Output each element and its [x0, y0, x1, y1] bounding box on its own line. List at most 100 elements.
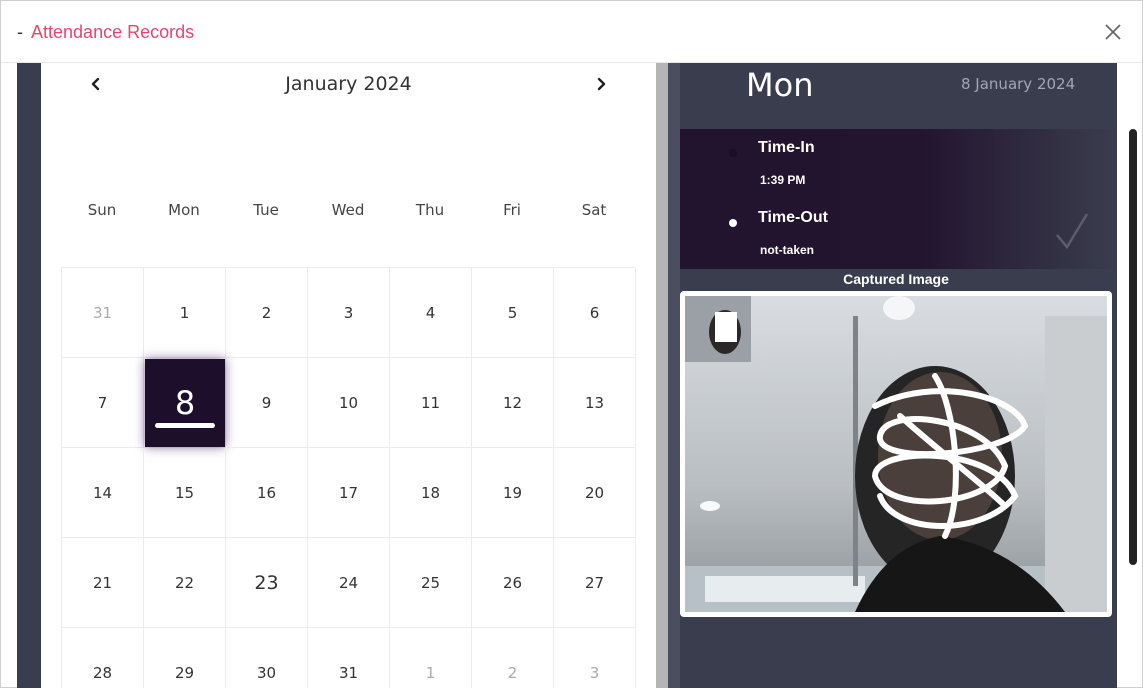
calendar-day-number: 28 — [92, 663, 113, 682]
calendar-day-number: 6 — [589, 303, 600, 322]
calendar-day-number: 17 — [338, 483, 359, 502]
calendar-day[interactable]: 6 — [554, 268, 636, 358]
calendar-day[interactable]: 1 — [144, 268, 226, 358]
calendar-day[interactable]: 30 — [226, 628, 308, 688]
calendar-day[interactable]: 2 — [226, 268, 308, 358]
calendar-day-selected[interactable]: 8 — [144, 358, 226, 448]
calendar-day-number: 18 — [420, 483, 441, 502]
calendar-day[interactable]: 19 — [472, 448, 554, 538]
calendar-day-number: 31 — [92, 303, 113, 322]
close-button[interactable] — [1101, 20, 1125, 44]
calendar-day-number: 15 — [174, 483, 195, 502]
calendar-day[interactable]: 26 — [472, 538, 554, 628]
calendar-day[interactable]: 28 — [62, 628, 144, 688]
detail-scrollbar[interactable] — [1129, 129, 1137, 565]
time-record-box: Time-In 1:39 PM Time-Out not-taken — [680, 129, 1117, 269]
calendar-day-number: 27 — [584, 573, 605, 592]
calendar-day[interactable]: 24 — [308, 538, 390, 628]
calendar-day[interactable]: 31 — [62, 268, 144, 358]
calendar-day[interactable]: 3 — [308, 268, 390, 358]
weekday-header: Sun Mon Tue Wed Thu Fri Sat — [61, 201, 635, 221]
calendar-day[interactable]: 11 — [390, 358, 472, 448]
calendar-day-number: 2 — [261, 303, 272, 322]
captured-image — [685, 296, 1107, 612]
calendar-day[interactable]: 3 — [554, 628, 636, 688]
modal-header: - Attendance Records — [1, 1, 1142, 63]
panel-divider — [656, 63, 668, 688]
captured-image-frame — [680, 291, 1112, 617]
calendar-grid: 31 1 2 3 4 5 6 7 8 9 10 11 12 13 14 15 16 17 18 19 20 21 22 23 2… — [61, 267, 636, 688]
attendance-modal: - Attendance Records January 2024 SunMo — [0, 0, 1143, 688]
calendar-day-number: 26 — [502, 573, 523, 592]
calendar-day-number: 2 — [507, 663, 518, 682]
calendar-day[interactable]: 25 — [390, 538, 472, 628]
time-in-dot — [729, 149, 737, 157]
calendar-day[interactable]: 20 — [554, 448, 636, 538]
calendar-day[interactable]: 15 — [144, 448, 226, 538]
left-side-strip — [17, 63, 41, 688]
calendar-day[interactable]: 29 — [144, 628, 226, 688]
weekday-label: Thu — [415, 201, 445, 219]
calendar-day[interactable]: 9 — [226, 358, 308, 448]
calendar-day-number: 7 — [97, 393, 108, 412]
calendar-day[interactable]: 17 — [308, 448, 390, 538]
weekday-label: Fri — [503, 201, 521, 219]
calendar-day[interactable]: 23 — [226, 538, 308, 628]
weekday-label: Tue — [253, 201, 279, 219]
selected-day-name: Mon — [746, 66, 814, 104]
time-out-value: not-taken — [760, 243, 814, 257]
selected-day-indicator — [155, 423, 215, 428]
calendar-day[interactable]: 4 — [390, 268, 472, 358]
close-icon[interactable] — [1101, 20, 1125, 44]
calendar-day[interactable]: 5 — [472, 268, 554, 358]
title-dash: - — [17, 22, 23, 42]
calendar-day-number: 22 — [174, 573, 195, 592]
calendar-day-number: 14 — [92, 483, 113, 502]
calendar-day-number: 20 — [584, 483, 605, 502]
calendar-day-number: 5 — [507, 303, 518, 322]
weekday-label: Sun — [87, 201, 117, 219]
calendar-day[interactable]: 18 — [390, 448, 472, 538]
selected-day-number[interactable]: 8 — [145, 359, 225, 447]
calendar-day-number: 3 — [589, 663, 600, 682]
calendar-day[interactable]: 27 — [554, 538, 636, 628]
calendar-day-number: 24 — [338, 573, 359, 592]
calendar-day[interactable]: 21 — [62, 538, 144, 628]
calendar-day[interactable]: 7 — [62, 358, 144, 448]
title-text: Attendance Records — [31, 22, 195, 42]
calendar-day-number: 25 — [420, 573, 441, 592]
calendar-day-number: 10 — [338, 393, 359, 412]
calendar-day[interactable]: 2 — [472, 628, 554, 688]
calendar-day[interactable]: 14 — [62, 448, 144, 538]
calendar-day-number: 12 — [502, 393, 523, 412]
calendar-day[interactable]: 12 — [472, 358, 554, 448]
calendar-nav: January 2024 — [41, 63, 656, 105]
calendar-day-number: 16 — [256, 483, 277, 502]
modal-title: - Attendance Records — [17, 22, 194, 43]
chevron-right-icon[interactable] — [590, 73, 612, 95]
calendar-day-number: 13 — [584, 393, 605, 412]
calendar-day[interactable]: 1 — [390, 628, 472, 688]
attendance-detail-panel: Mon 8 January 2024 Time-In 1:39 PM Time-… — [680, 63, 1117, 688]
calendar-day[interactable]: 31 — [308, 628, 390, 688]
calendar-day-number: 4 — [425, 303, 436, 322]
calendar-day-number: 1 — [179, 303, 190, 322]
captured-image-label: Captured Image — [843, 271, 949, 287]
calendar: January 2024 Sun Mon Tue Wed Thu Fri Sat 31 1 2 3… — [41, 63, 656, 688]
next-month-button[interactable] — [590, 73, 612, 95]
calendar-day-number: 1 — [425, 663, 436, 682]
time-in-value: 1:39 PM — [760, 173, 806, 187]
calendar-day[interactable]: 13 — [554, 358, 636, 448]
calendar-day-number: 19 — [502, 483, 523, 502]
weekday-label: Wed — [331, 201, 365, 219]
time-in-label: Time-In — [758, 139, 815, 156]
captured-photo — [685, 296, 1107, 612]
calendar-day-number: 29 — [174, 663, 195, 682]
calendar-day[interactable]: 22 — [144, 538, 226, 628]
calendar-day[interactable]: 16 — [226, 448, 308, 538]
panel-divider-dark — [668, 63, 680, 688]
weekday-label: Sat — [581, 201, 607, 219]
calendar-day[interactable]: 10 — [308, 358, 390, 448]
weekday-label: Mon — [168, 201, 200, 219]
calendar-day-number: 3 — [343, 303, 354, 322]
